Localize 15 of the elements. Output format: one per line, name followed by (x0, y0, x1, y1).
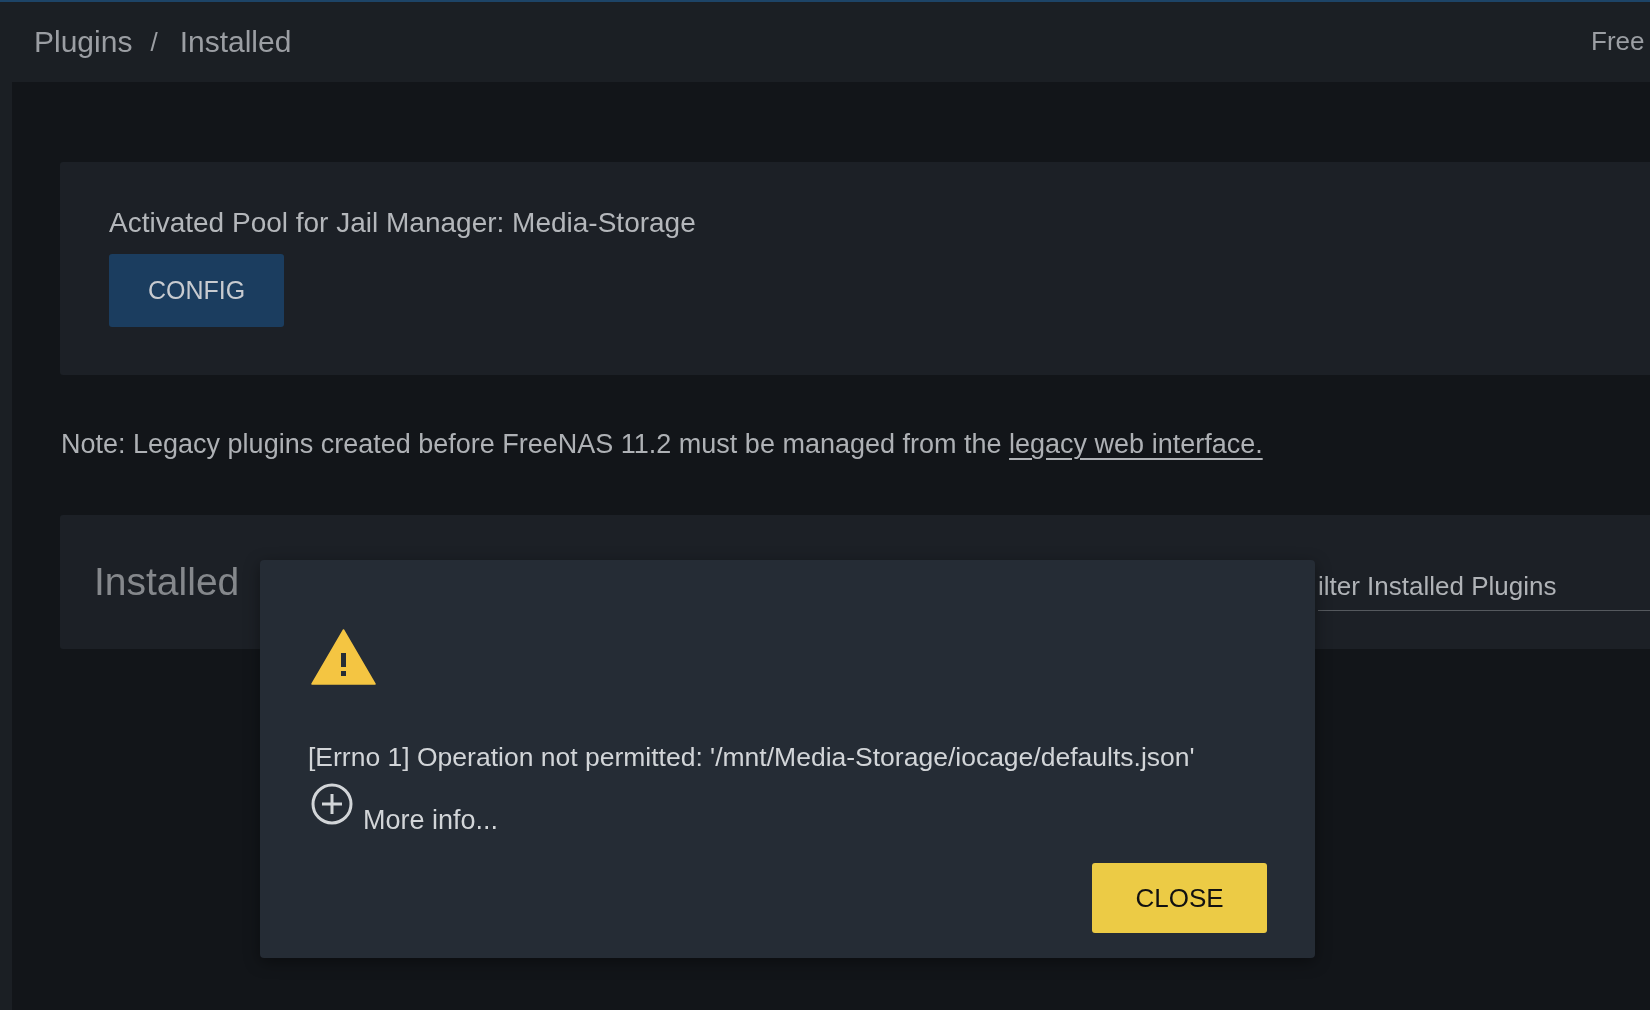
panel-title: Installed (94, 560, 240, 604)
more-info-link[interactable]: More info... (363, 805, 499, 835)
filter-field[interactable]: ilter Installed Plugins (1318, 571, 1650, 611)
warning-icon (311, 629, 376, 685)
error-message: [Errno 1] Operation not permitted: '/mnt/Media-Storage/iocage/defaults.json' (308, 741, 1195, 774)
close-button[interactable]: CLOSE (1092, 863, 1267, 933)
note-text: Note: Legacy plugins created before FreeNAS 11.2 must be managed from the legacy web interface. (61, 428, 1264, 461)
plus-circle-icon[interactable] (311, 783, 353, 825)
config-button[interactable]: CONFIG (109, 254, 284, 327)
pool-label: Activated Pool for Jail Manager: Media-Storage (109, 206, 696, 240)
breadcrumb-item[interactable]: Plugins (34, 25, 133, 59)
breadcrumb-separator: / (150, 26, 158, 58)
breadcrumb-item[interactable]: Installed (179, 25, 292, 59)
legacy-link[interactable]: legacy web interface. (1009, 429, 1263, 459)
top-bar-text: Free (1591, 26, 1645, 57)
